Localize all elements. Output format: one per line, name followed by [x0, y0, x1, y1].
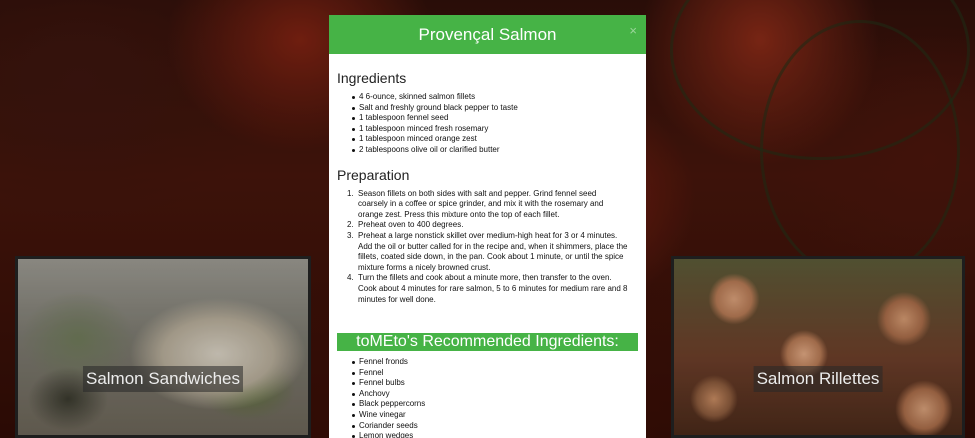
recommended-ingredient-item: Black peppercorns	[352, 399, 638, 410]
ingredients-list: 4 6-ounce, skinned salmon fillets Salt an…	[337, 92, 638, 156]
ingredient-item: Salt and freshly ground black pepper to …	[352, 103, 638, 114]
preparation-heading: Preparation	[337, 166, 410, 183]
recommended-ingredient-item: Coriander seeds	[352, 421, 638, 432]
modal-title: Provençal Salmon	[418, 24, 557, 44]
recipe-card-label[interactable]: Salmon Sandwiches	[82, 366, 244, 392]
modal-body[interactable]: Ingredients 4 6-ounce, skinned salmon fi…	[329, 54, 646, 438]
preparation-step: 2. Preheat oven to 400 degrees.	[347, 220, 628, 231]
ingredient-item: 2 tablespoons olive oil or clarified but…	[352, 145, 638, 156]
ingredients-heading: Ingredients	[337, 70, 407, 86]
recommended-ingredient-item: Fennel fronds	[352, 357, 638, 368]
step-number: 2.	[347, 220, 354, 230]
ingredient-item: 4 6-ounce, skinned salmon fillets	[352, 92, 638, 103]
step-text: Preheat oven to 400 degrees.	[358, 220, 464, 230]
preparation-step: 4. Turn the fillets and cook about a minu…	[347, 273, 628, 305]
modal-header: Provençal Salmon ×	[329, 15, 646, 54]
ingredient-item: 1 tablespoon minced orange zest	[352, 134, 638, 145]
recommended-ingredient-item: Anchovy	[352, 389, 638, 400]
recipe-card-salmon-rillettes[interactable]: Salmon Rillettes	[671, 256, 965, 438]
recipe-modal: Provençal Salmon × Ingredients 4 6-ounce…	[329, 15, 646, 438]
step-number: 4.	[347, 273, 354, 283]
close-icon[interactable]: ×	[629, 24, 637, 37]
step-text: Preheat a large nonstick skillet over me…	[358, 230, 628, 272]
preparation-step: 1. Season fillets on both sides with salt…	[347, 189, 628, 221]
recipe-card-dim	[674, 259, 962, 435]
recommended-ingredients-heading: toMEto's Recommended Ingredients:	[337, 333, 638, 352]
recommended-ingredient-item: Fennel bulbs	[352, 378, 638, 389]
recommended-ingredient-item: Wine vinegar	[352, 410, 638, 421]
recommended-ingredients-list: Fennel fronds Fennel Fennel bulbs Anchovy Bl…	[337, 357, 638, 438]
recipe-card-salmon-sandwiches[interactable]: Salmon Sandwiches	[15, 256, 311, 438]
recipe-card-dim	[18, 259, 308, 435]
ingredient-item: 1 tablespoon minced fresh rosemary	[352, 124, 638, 135]
ingredient-item: 1 tablespoon fennel seed	[352, 113, 638, 124]
step-text: Season fillets on both sides with salt a…	[358, 188, 604, 219]
preparation-steps-list: 1. Season fillets on both sides with salt…	[337, 189, 638, 306]
step-number: 3.	[347, 230, 354, 240]
recommended-ingredient-item: Lemon wedges	[352, 431, 638, 438]
step-text: Turn the fillets and cook about a minute…	[358, 273, 628, 304]
recommended-ingredient-item: Fennel	[352, 368, 638, 379]
preparation-step: 3. Preheat a large nonstick skillet over …	[347, 231, 628, 273]
recipe-card-label[interactable]: Salmon Rillettes	[753, 366, 883, 392]
step-number: 1.	[347, 188, 354, 198]
